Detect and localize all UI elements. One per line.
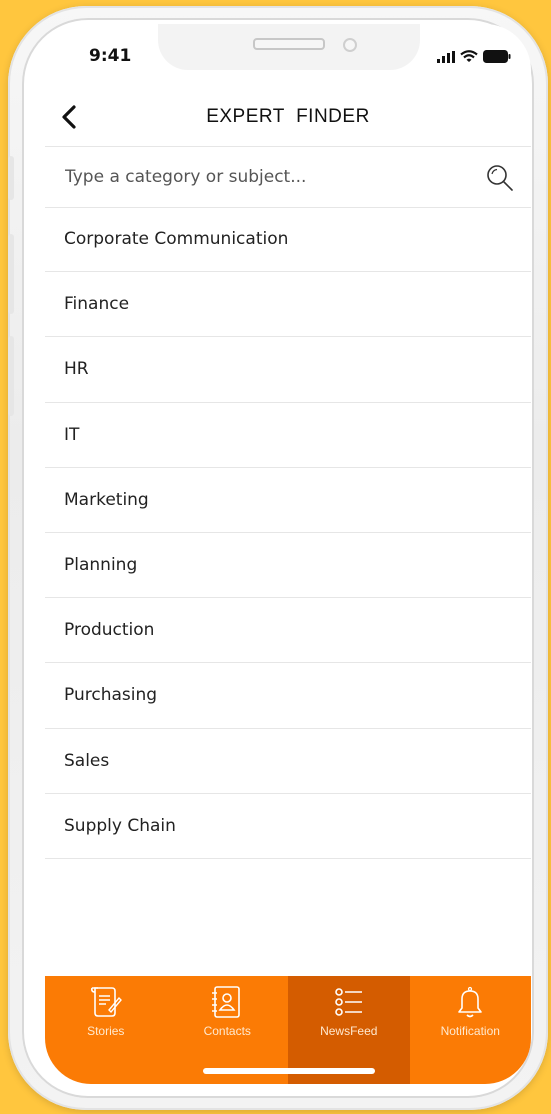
wifi-icon (460, 50, 478, 62)
tab-notification[interactable]: Notification (410, 976, 532, 1084)
volume-down-button (8, 336, 14, 416)
notch (158, 24, 420, 70)
mute-switch (8, 156, 14, 200)
tab-bar: Stories Contacts NewsFeed Notification (45, 976, 531, 1084)
status-time: 9:41 (89, 46, 132, 66)
status-icons (437, 50, 511, 63)
category-item[interactable]: Sales (45, 729, 531, 794)
tab-stories[interactable]: Stories (45, 976, 167, 1084)
address-book-icon (212, 986, 241, 1018)
app-screen: 9:41 EXPERT FINDER Type a category or su… (45, 24, 531, 1084)
volume-up-button (8, 234, 14, 314)
scroll-icon (90, 987, 122, 1017)
home-indicator[interactable] (203, 1068, 375, 1074)
tab-label: Notification (440, 1024, 500, 1038)
speaker-grille (253, 38, 325, 50)
search-icon (487, 165, 513, 191)
category-item[interactable]: Finance (45, 272, 531, 338)
bell-icon (458, 986, 483, 1018)
category-item[interactable]: Supply Chain (45, 794, 531, 859)
category-item[interactable]: HR (45, 337, 531, 403)
category-item[interactable]: Corporate Communication (45, 207, 531, 273)
signal-icon (437, 50, 455, 63)
front-camera (343, 38, 357, 52)
category-list: Corporate Communication Finance HR IT Market… (45, 207, 531, 859)
tab-label: Contacts (203, 1024, 251, 1038)
category-item[interactable]: Purchasing (45, 663, 531, 729)
tab-label: Stories (87, 1024, 125, 1038)
category-item[interactable]: Planning (45, 533, 531, 599)
battery-icon (483, 50, 511, 63)
page-title: EXPERT FINDER (206, 106, 370, 127)
header: EXPERT FINDER (45, 88, 531, 146)
search-button[interactable] (485, 163, 515, 193)
search-bar (45, 146, 531, 208)
tab-label: NewsFeed (320, 1024, 378, 1038)
list-icon (334, 988, 362, 1016)
category-item[interactable]: IT (45, 403, 531, 468)
search-input[interactable] (63, 161, 467, 193)
category-item[interactable]: Production (45, 598, 531, 664)
category-item[interactable]: Marketing (45, 468, 531, 533)
